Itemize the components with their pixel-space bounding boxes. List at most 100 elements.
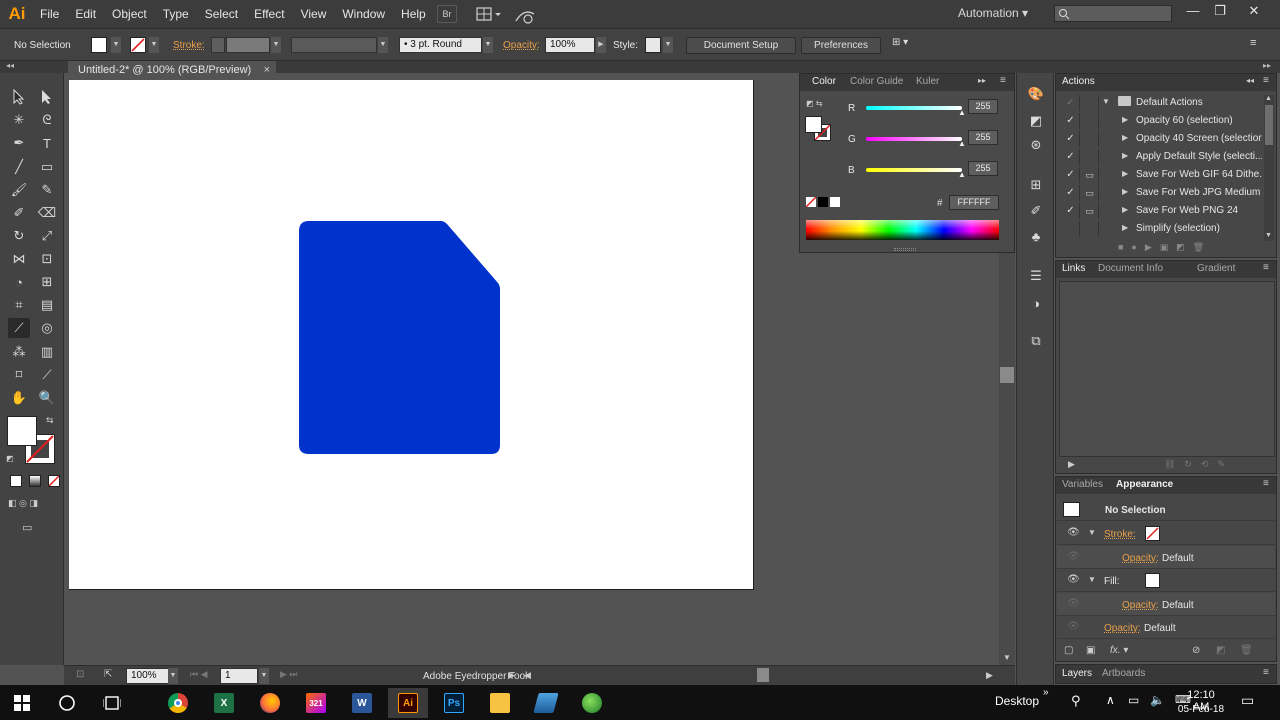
- none-mode-icon[interactable]: [48, 475, 60, 487]
- action-expand-icon[interactable]: ▶: [1122, 115, 1128, 124]
- artboard-number-field[interactable]: 1: [220, 668, 258, 684]
- collapse-panels-icon[interactable]: ▸▸: [1263, 61, 1271, 70]
- stroke-panel-icon[interactable]: ☰: [1026, 266, 1046, 286]
- color-guide-panel-icon[interactable]: ⊛: [1026, 135, 1046, 155]
- zoom-dropdown[interactable]: ▼: [168, 668, 178, 684]
- line-tool-icon[interactable]: ╱: [8, 157, 30, 177]
- brushes-panel-icon[interactable]: ✐: [1026, 201, 1046, 221]
- visibility-eye-icon[interactable]: 👁: [1067, 527, 1080, 538]
- column-graph-tool-icon[interactable]: ▥: [36, 342, 58, 362]
- action-toggle-check[interactable]: ✓: [1062, 131, 1080, 147]
- tab-appearance[interactable]: Appearance: [1116, 479, 1173, 490]
- zoom-tool-icon[interactable]: 🔍: [36, 388, 58, 408]
- visibility-eye-icon[interactable]: 👁: [1067, 598, 1080, 609]
- stroke-label[interactable]: Stroke:: [173, 40, 205, 51]
- preferences-button[interactable]: Preferences: [801, 37, 881, 54]
- expand-stroke-icon[interactable]: ▼: [1088, 528, 1096, 537]
- action-dialog-toggle[interactable]: [1081, 221, 1099, 237]
- control-panel-menu-icon[interactable]: ≡: [1250, 37, 1266, 53]
- links-footer-icons[interactable]: ⛓↻⟲✎: [1164, 459, 1234, 470]
- action-row[interactable]: ✓ ▶ Apply Default Style (selecti...: [1060, 149, 1263, 166]
- layers-panel-icon[interactable]: ⧉: [1026, 331, 1046, 351]
- show-hidden-icons[interactable]: ∧: [1106, 693, 1115, 707]
- arrange-documents-icon[interactable]: [476, 6, 504, 22]
- action-expand-icon[interactable]: ▶: [1122, 223, 1128, 232]
- selection-tool-icon[interactable]: [8, 87, 30, 107]
- vertical-scroll-thumb[interactable]: [1000, 367, 1014, 383]
- artboard-tool-icon[interactable]: ⌑: [8, 365, 30, 385]
- style-dropdown[interactable]: ▼: [663, 37, 673, 53]
- tab-gradient[interactable]: Gradient: [1197, 263, 1235, 274]
- scroll-left-icon[interactable]: ◀: [524, 670, 531, 681]
- eraser-tool-icon[interactable]: ⌫: [36, 203, 58, 223]
- action-row[interactable]: ✓ ▶ Opacity 60 (selection): [1060, 113, 1263, 130]
- actions-scrollbar[interactable]: ▲ ▼: [1264, 95, 1274, 241]
- share-icon[interactable]: ⇱: [104, 669, 112, 680]
- action-toggle-check[interactable]: ✓: [1062, 167, 1080, 183]
- swatch-grid-panel-icon[interactable]: ⊞: [1026, 175, 1046, 195]
- clock-date[interactable]: 05-Feb-18: [1176, 704, 1226, 715]
- green-slider[interactable]: [866, 137, 962, 141]
- pencil-tool-icon[interactable]: ✎: [36, 180, 58, 200]
- set-expand-icon[interactable]: ▼: [1102, 97, 1110, 106]
- red-slider[interactable]: [866, 106, 962, 110]
- action-row[interactable]: ✓ ▭ ▶ Save For Web PNG 24: [1060, 203, 1263, 220]
- mesh-tool-icon[interactable]: ⌗: [8, 295, 30, 315]
- delete-item-icon[interactable]: 🗑: [1240, 645, 1253, 656]
- action-dialog-toggle[interactable]: [1081, 95, 1099, 111]
- start-button[interactable]: [2, 688, 42, 718]
- tab-color-guide[interactable]: Color Guide: [850, 76, 903, 87]
- tab-links[interactable]: Links: [1062, 263, 1085, 274]
- gradient-mode-icon[interactable]: [29, 475, 41, 487]
- appearance-menu-icon[interactable]: ≡: [1263, 478, 1269, 489]
- action-expand-icon[interactable]: ▶: [1122, 205, 1128, 214]
- arrange-icon[interactable]: ⊞ ▾: [892, 37, 922, 54]
- stroke-dropdown[interactable]: ▼: [149, 37, 159, 53]
- red-slider-thumb[interactable]: ▲: [958, 108, 966, 117]
- fill-opacity-label[interactable]: Opacity:: [1122, 600, 1159, 611]
- file-explorer-icon[interactable]: [480, 688, 520, 718]
- workspace-switcher[interactable]: Automation ▾: [958, 6, 1028, 20]
- fill-attribute-label[interactable]: Fill:: [1104, 576, 1120, 587]
- close-document-icon[interactable]: ×: [264, 61, 270, 79]
- lasso-tool-icon[interactable]: ᘓ: [36, 110, 58, 130]
- tab-color[interactable]: Color: [812, 76, 836, 87]
- document-setup-button[interactable]: Document Setup: [686, 37, 796, 54]
- horizontal-scroll-thumb[interactable]: [757, 668, 769, 682]
- tab-artboards[interactable]: Artboards: [1102, 668, 1145, 679]
- status-menu-icon[interactable]: ▶: [508, 670, 515, 681]
- actions-footer-controls[interactable]: ■●▶▣◩🗑: [1118, 242, 1258, 256]
- red-value-field[interactable]: 255: [968, 99, 998, 114]
- fill-opacity-row[interactable]: 👁 Opacity: Default: [1057, 593, 1275, 616]
- stroke-attribute-label[interactable]: Stroke:: [1104, 529, 1136, 540]
- add-effect-button[interactable]: fx. ▾: [1110, 645, 1128, 656]
- action-row[interactable]: ▶ Simplify (selection): [1060, 221, 1263, 238]
- rounded-rectangle-tool-icon[interactable]: ▭: [36, 157, 58, 177]
- document-tab[interactable]: Untitled-2* @ 100% (RGB/Preview) ×: [68, 61, 276, 79]
- actions-menu-icon[interactable]: ≡: [1263, 75, 1269, 86]
- brush-dropdown[interactable]: ▼: [483, 37, 493, 53]
- artboard-dropdown[interactable]: ▼: [259, 668, 269, 684]
- artboard-nav-icon[interactable]: ⊡: [76, 669, 84, 680]
- green-value-field[interactable]: 255: [968, 130, 998, 145]
- expand-panel-icon[interactable]: ▸▸: [978, 76, 986, 85]
- menu-type[interactable]: Type: [155, 0, 197, 28]
- action-expand-icon[interactable]: ▶: [1122, 169, 1128, 178]
- tab-kuler[interactable]: Kuler: [916, 76, 939, 87]
- tab-actions[interactable]: Actions: [1062, 76, 1095, 87]
- scroll-right-icon[interactable]: ▶: [986, 670, 993, 681]
- duplicate-item-icon[interactable]: ◩: [1216, 645, 1225, 656]
- action-toggle-check[interactable]: ✓: [1062, 113, 1080, 129]
- visibility-eye-icon[interactable]: 👁: [1067, 551, 1080, 562]
- variable-width-profile[interactable]: [291, 37, 377, 53]
- symbol-sprayer-tool-icon[interactable]: ⁂: [8, 342, 30, 362]
- network-icon[interactable]: [526, 688, 566, 718]
- symbols-panel-icon[interactable]: ♣: [1026, 226, 1046, 246]
- action-dialog-toggle[interactable]: ▭: [1081, 185, 1099, 201]
- blend-tool-icon[interactable]: ◎: [36, 318, 58, 338]
- drawing-modes-icon[interactable]: ◧ ◎ ◨: [8, 498, 56, 512]
- minimize-button[interactable]: —: [1179, 2, 1207, 22]
- toolbar-expand-icon[interactable]: »: [1043, 687, 1049, 698]
- gpu-performance-icon[interactable]: [514, 6, 538, 24]
- action-row[interactable]: ✓ ▭ ▶ Save For Web GIF 64 Dithe...: [1060, 167, 1263, 184]
